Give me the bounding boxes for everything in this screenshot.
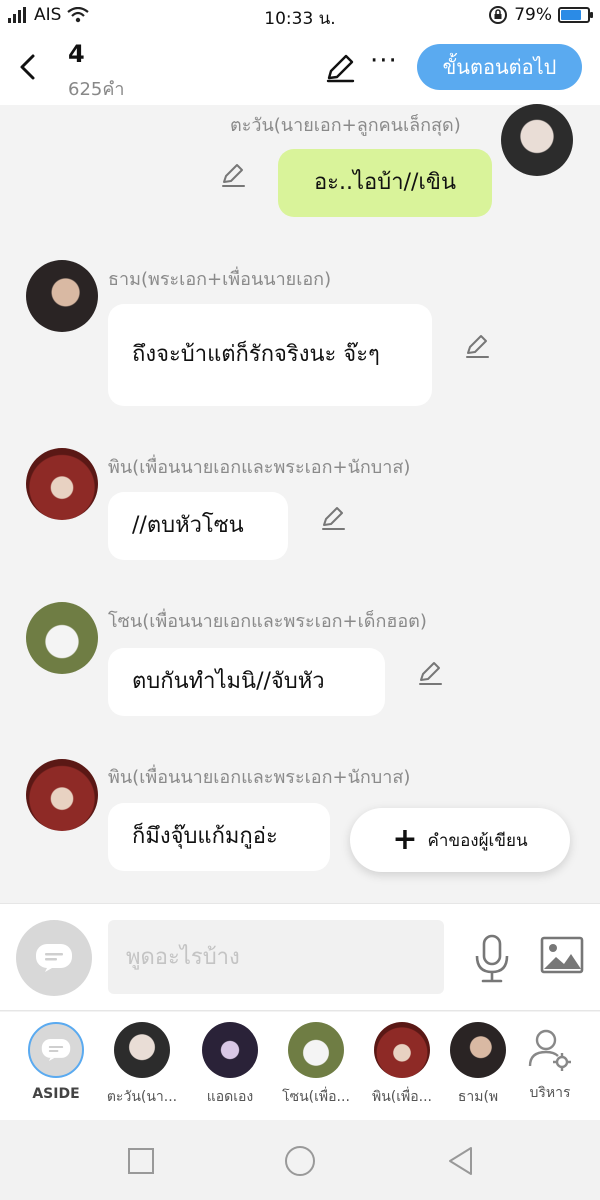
- chat-bubble-icon: [28, 1022, 84, 1078]
- character-label: ธาม(พ: [457, 1089, 499, 1105]
- message-author: พิน(เพื่อนนายเอกและพระเอก+นักบาส): [108, 767, 411, 788]
- avatar[interactable]: [26, 448, 98, 520]
- character-label: บริหาร: [529, 1085, 571, 1101]
- avatar: [202, 1022, 258, 1078]
- character-label: ตะวัน(นา...: [106, 1089, 178, 1105]
- message-author: ตะวัน(นายเอก+ลูกคนเล็กสุด): [230, 115, 461, 136]
- character-item-aside[interactable]: ASIDE: [18, 1022, 94, 1102]
- character-label: ASIDE: [32, 1086, 80, 1102]
- message-author: ธาม(พระเอก+เพื่อนนายเอก): [108, 269, 332, 290]
- character-item[interactable]: ตะวัน(นา...: [104, 1022, 180, 1108]
- back-nav-icon[interactable]: [444, 1144, 478, 1178]
- status-bar: AIS 10:33 น. 79%: [0, 0, 600, 32]
- character-label: โซน(เพื่อ...: [282, 1089, 350, 1105]
- avatar[interactable]: [26, 602, 98, 674]
- plus-icon: +: [392, 822, 418, 857]
- avatar: [114, 1022, 170, 1078]
- editor-header: 4 625คำ ··· ขั้นตอนต่อไป: [0, 32, 600, 105]
- avatar[interactable]: [26, 759, 98, 831]
- edit-message-icon[interactable]: [320, 505, 346, 531]
- edit-message-icon[interactable]: [464, 333, 490, 359]
- chapter-title: 4: [68, 40, 85, 68]
- edit-message-icon[interactable]: [417, 660, 443, 686]
- author-note-button[interactable]: + คำของผู้เขียน: [350, 808, 570, 872]
- battery-percent: 79%: [514, 5, 552, 25]
- chat-bubble-icon: [36, 944, 72, 972]
- message-bubble[interactable]: //ตบหัวโซน: [108, 492, 288, 560]
- home-icon[interactable]: [283, 1144, 317, 1178]
- avatar: [374, 1022, 430, 1078]
- composer-bar: [0, 903, 600, 1011]
- image-icon[interactable]: [540, 936, 584, 976]
- back-icon[interactable]: [14, 52, 42, 82]
- character-label: แอดเอง: [206, 1089, 254, 1105]
- character-item[interactable]: โซน(เพื่อ...: [278, 1022, 354, 1108]
- manage-characters-button[interactable]: บริหาร: [512, 1022, 588, 1104]
- author-note-label: คำของผู้เขียน: [427, 830, 528, 851]
- rotation-lock-icon: [489, 6, 508, 24]
- character-label: พิน(เพื่อ...: [371, 1089, 433, 1105]
- character-bar: ASIDE ตะวัน(นา... แอดเอง โซน(เพื่อ... พิ…: [0, 1012, 600, 1120]
- avatar: [288, 1022, 344, 1078]
- battery-icon: [558, 7, 593, 23]
- character-item[interactable]: พิน(เพื่อ...: [364, 1022, 440, 1108]
- message-bubble[interactable]: ถึงจะบ้าแต่ก็รักจริงนะ จ๊ะๆ: [108, 304, 432, 406]
- message-bubble[interactable]: ก็มึงจุ๊บแก้มกูอ่ะ: [108, 803, 330, 871]
- character-item[interactable]: แอดเอง: [192, 1022, 268, 1108]
- avatar[interactable]: [501, 104, 573, 176]
- more-options-button[interactable]: ···: [370, 46, 398, 76]
- message-input[interactable]: [108, 920, 444, 994]
- message-bubble[interactable]: ตบกันทำไมนิ//จับหัว: [108, 648, 385, 716]
- message-author: โซน(เพื่อนนายเอกและพระเอก+เด็กฮอต): [108, 611, 427, 632]
- recent-apps-icon[interactable]: [124, 1144, 158, 1178]
- battery-fill: [561, 10, 582, 20]
- message-bubble[interactable]: อะ..ไอบ้า//เขิน: [278, 149, 492, 217]
- microphone-icon[interactable]: [472, 934, 512, 984]
- next-step-button[interactable]: ขั้นตอนต่อไป: [417, 44, 582, 90]
- word-count: 625คำ: [68, 79, 125, 100]
- avatar[interactable]: [26, 260, 98, 332]
- edit-message-icon[interactable]: [220, 162, 246, 188]
- character-item[interactable]: ธาม(พ: [450, 1022, 506, 1108]
- message-author: พิน(เพื่อนนายเอกและพระเอก+นักบาส): [108, 457, 411, 478]
- aside-toggle-button[interactable]: [16, 920, 92, 996]
- edit-icon[interactable]: [324, 52, 356, 84]
- avatar: [450, 1022, 506, 1078]
- system-nav-bar: [0, 1120, 600, 1200]
- manage-user-icon: [528, 1029, 571, 1071]
